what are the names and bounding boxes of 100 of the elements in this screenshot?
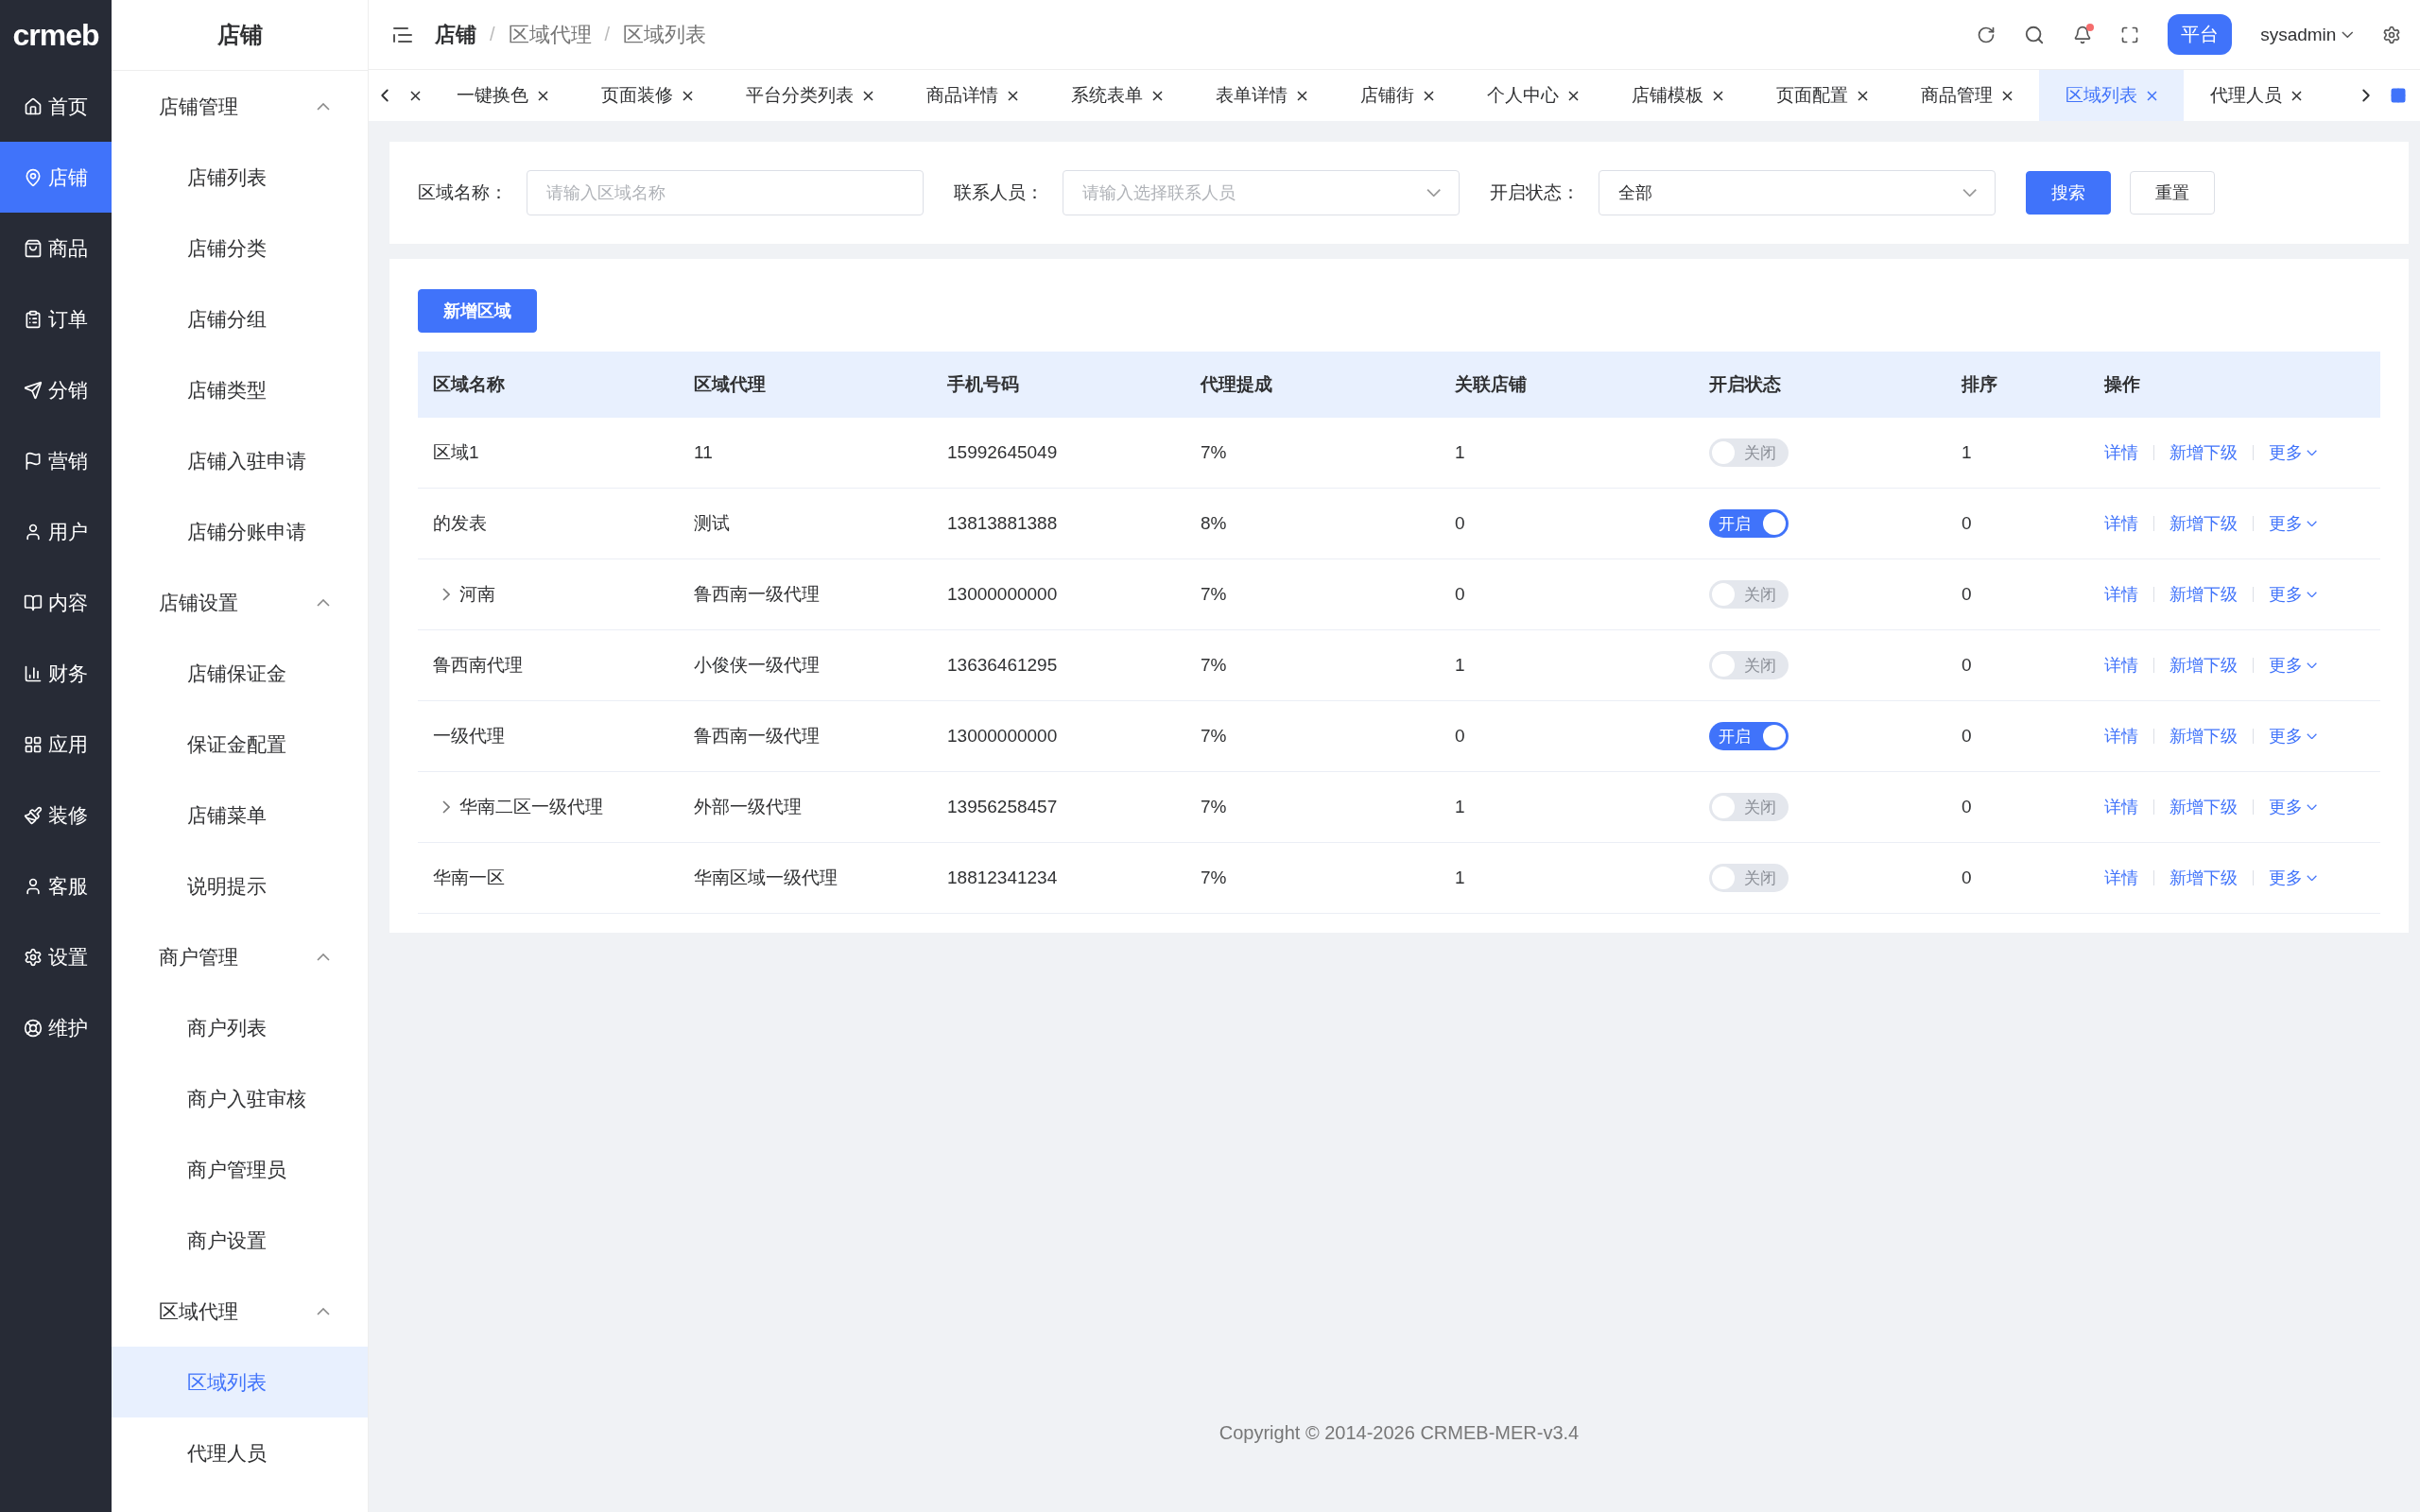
menu-item[interactable]: 商户入驻审核 xyxy=(112,1063,368,1134)
tab[interactable]: 一键换色 xyxy=(430,70,575,121)
nav-item[interactable]: 营销 xyxy=(0,425,112,496)
tab[interactable]: 商品详情 xyxy=(900,70,1045,121)
fullscreen-icon[interactable] xyxy=(2120,25,2140,44)
close-icon[interactable] xyxy=(1424,90,1434,101)
user-menu[interactable]: sysadmin xyxy=(2260,24,2354,45)
more-link[interactable]: 更多 xyxy=(2269,796,2318,818)
action-link[interactable]: 详情 xyxy=(2104,725,2138,747)
nav-item[interactable]: 维护 xyxy=(0,992,112,1063)
menu-item[interactable]: 商户管理员 xyxy=(112,1134,368,1205)
close-icon[interactable] xyxy=(1858,90,1868,101)
close-icon[interactable] xyxy=(2291,90,2302,101)
menu-item[interactable]: 说明提示 xyxy=(112,850,368,921)
action-link[interactable]: 详情 xyxy=(2104,867,2138,889)
close-icon[interactable] xyxy=(1713,90,1723,101)
menu-group[interactable]: 区域代理 xyxy=(112,1276,368,1347)
nav-item[interactable]: 设置 xyxy=(0,921,112,992)
nav-item[interactable]: 订单 xyxy=(0,284,112,354)
status-switch[interactable]: 开启 xyxy=(1709,722,1789,750)
tab[interactable]: 系统表单 xyxy=(1045,70,1189,121)
close-icon[interactable] xyxy=(1152,90,1163,101)
close-icon[interactable] xyxy=(2002,90,2013,101)
nav-item[interactable]: 应用 xyxy=(0,709,112,780)
more-link[interactable]: 更多 xyxy=(2269,512,2318,535)
close-icon[interactable] xyxy=(1568,90,1579,101)
breadcrumb-item[interactable]: 区域代理 xyxy=(508,20,592,49)
close-icon[interactable] xyxy=(683,90,693,101)
select-field[interactable]: 全部 xyxy=(1599,170,1996,215)
action-link[interactable]: 新增下级 xyxy=(2169,796,2238,818)
nav-item[interactable]: 用户 xyxy=(0,496,112,567)
action-link[interactable]: 新增下级 xyxy=(2169,512,2238,535)
status-switch[interactable]: 开启 xyxy=(1709,509,1789,538)
menu-item[interactable]: 店铺分账申请 xyxy=(112,496,368,567)
action-link[interactable]: 详情 xyxy=(2104,512,2138,535)
menu-item[interactable]: 店铺分组 xyxy=(112,284,368,354)
tab[interactable]: 表单详情 xyxy=(1189,70,1334,121)
close-icon[interactable] xyxy=(410,90,421,101)
action-link[interactable]: 新增下级 xyxy=(2169,441,2238,464)
refresh-icon[interactable] xyxy=(1977,25,1996,44)
tab[interactable]: 平台分类列表 xyxy=(719,70,900,121)
search-button[interactable]: 搜索 xyxy=(2026,171,2111,215)
tab[interactable]: 商品管理 xyxy=(1894,70,2039,121)
action-link[interactable]: 新增下级 xyxy=(2169,583,2238,606)
search-icon[interactable] xyxy=(2024,24,2046,45)
menu-item[interactable]: 商户列表 xyxy=(112,992,368,1063)
action-link[interactable]: 详情 xyxy=(2104,654,2138,677)
menu-item[interactable]: 代理人员 xyxy=(112,1418,368,1488)
select-field[interactable]: 请输入选择联系人员 xyxy=(1063,170,1460,215)
action-link[interactable]: 详情 xyxy=(2104,441,2138,464)
menu-item[interactable]: 店铺入驻申请 xyxy=(112,425,368,496)
reset-button[interactable]: 重置 xyxy=(2130,171,2215,215)
menu-item[interactable]: 店铺分类 xyxy=(112,213,368,284)
menu-item[interactable]: 店铺保证金 xyxy=(112,638,368,709)
tab[interactable]: 店铺街 xyxy=(1334,70,1461,121)
more-link[interactable]: 更多 xyxy=(2269,867,2318,889)
menu-group[interactable]: 店铺设置 xyxy=(112,567,368,638)
tab[interactable]: 代理人员 xyxy=(2184,70,2328,121)
tab[interactable]: 页面装修 xyxy=(575,70,719,121)
nav-item[interactable]: 店铺 xyxy=(0,142,112,213)
settings-icon[interactable] xyxy=(2382,25,2401,44)
action-link[interactable]: 详情 xyxy=(2104,583,2138,606)
more-link[interactable]: 更多 xyxy=(2269,441,2318,464)
nav-item[interactable]: 商品 xyxy=(0,213,112,284)
action-link[interactable]: 新增下级 xyxy=(2169,725,2238,747)
menu-item[interactable]: 店铺类型 xyxy=(112,354,368,425)
breadcrumb-item[interactable]: 店铺 xyxy=(435,20,476,49)
close-icon[interactable] xyxy=(1297,90,1307,101)
close-icon[interactable] xyxy=(1008,90,1018,101)
notification-icon[interactable] xyxy=(2073,25,2093,44)
action-link[interactable]: 新增下级 xyxy=(2169,867,2238,889)
nav-item[interactable]: 首页 xyxy=(0,71,112,142)
menu-item[interactable]: 区域列表 xyxy=(112,1347,368,1418)
menu-group[interactable]: 店铺管理 xyxy=(112,71,368,142)
tab[interactable]: 页面配置 xyxy=(1750,70,1894,121)
menu-item[interactable]: 店铺菜单 xyxy=(112,780,368,850)
close-icon[interactable] xyxy=(538,90,548,101)
platform-badge[interactable]: 平台 xyxy=(2168,14,2233,55)
close-icon[interactable] xyxy=(863,90,873,101)
nav-item[interactable]: 分销 xyxy=(0,354,112,425)
menu-item[interactable]: 保证金配置 xyxy=(112,709,368,780)
menu-item[interactable]: 店铺列表 xyxy=(112,142,368,213)
action-link[interactable]: 新增下级 xyxy=(2169,654,2238,677)
tab[interactable]: 店铺模板 xyxy=(1605,70,1750,121)
tab[interactable]: 区域列表 xyxy=(2039,70,2184,121)
add-button[interactable]: 新增区域 xyxy=(418,289,537,333)
menu-item[interactable]: 商户设置 xyxy=(112,1205,368,1276)
expand-icon[interactable] xyxy=(442,588,450,601)
input-field[interactable]: 请输入区域名称 xyxy=(527,170,924,215)
expand-icon[interactable] xyxy=(442,800,450,814)
nav-item[interactable]: 装修 xyxy=(0,780,112,850)
breadcrumb-item[interactable]: 区域列表 xyxy=(623,20,707,49)
action-link[interactable]: 详情 xyxy=(2104,796,2138,818)
more-link[interactable]: 更多 xyxy=(2269,654,2318,677)
nav-item[interactable]: 内容 xyxy=(0,567,112,638)
nav-item[interactable]: 客服 xyxy=(0,850,112,921)
more-link[interactable]: 更多 xyxy=(2269,725,2318,747)
menu-group[interactable]: 商户管理 xyxy=(112,921,368,992)
more-link[interactable]: 更多 xyxy=(2269,583,2318,606)
tab[interactable]: 个人中心 xyxy=(1461,70,1605,121)
